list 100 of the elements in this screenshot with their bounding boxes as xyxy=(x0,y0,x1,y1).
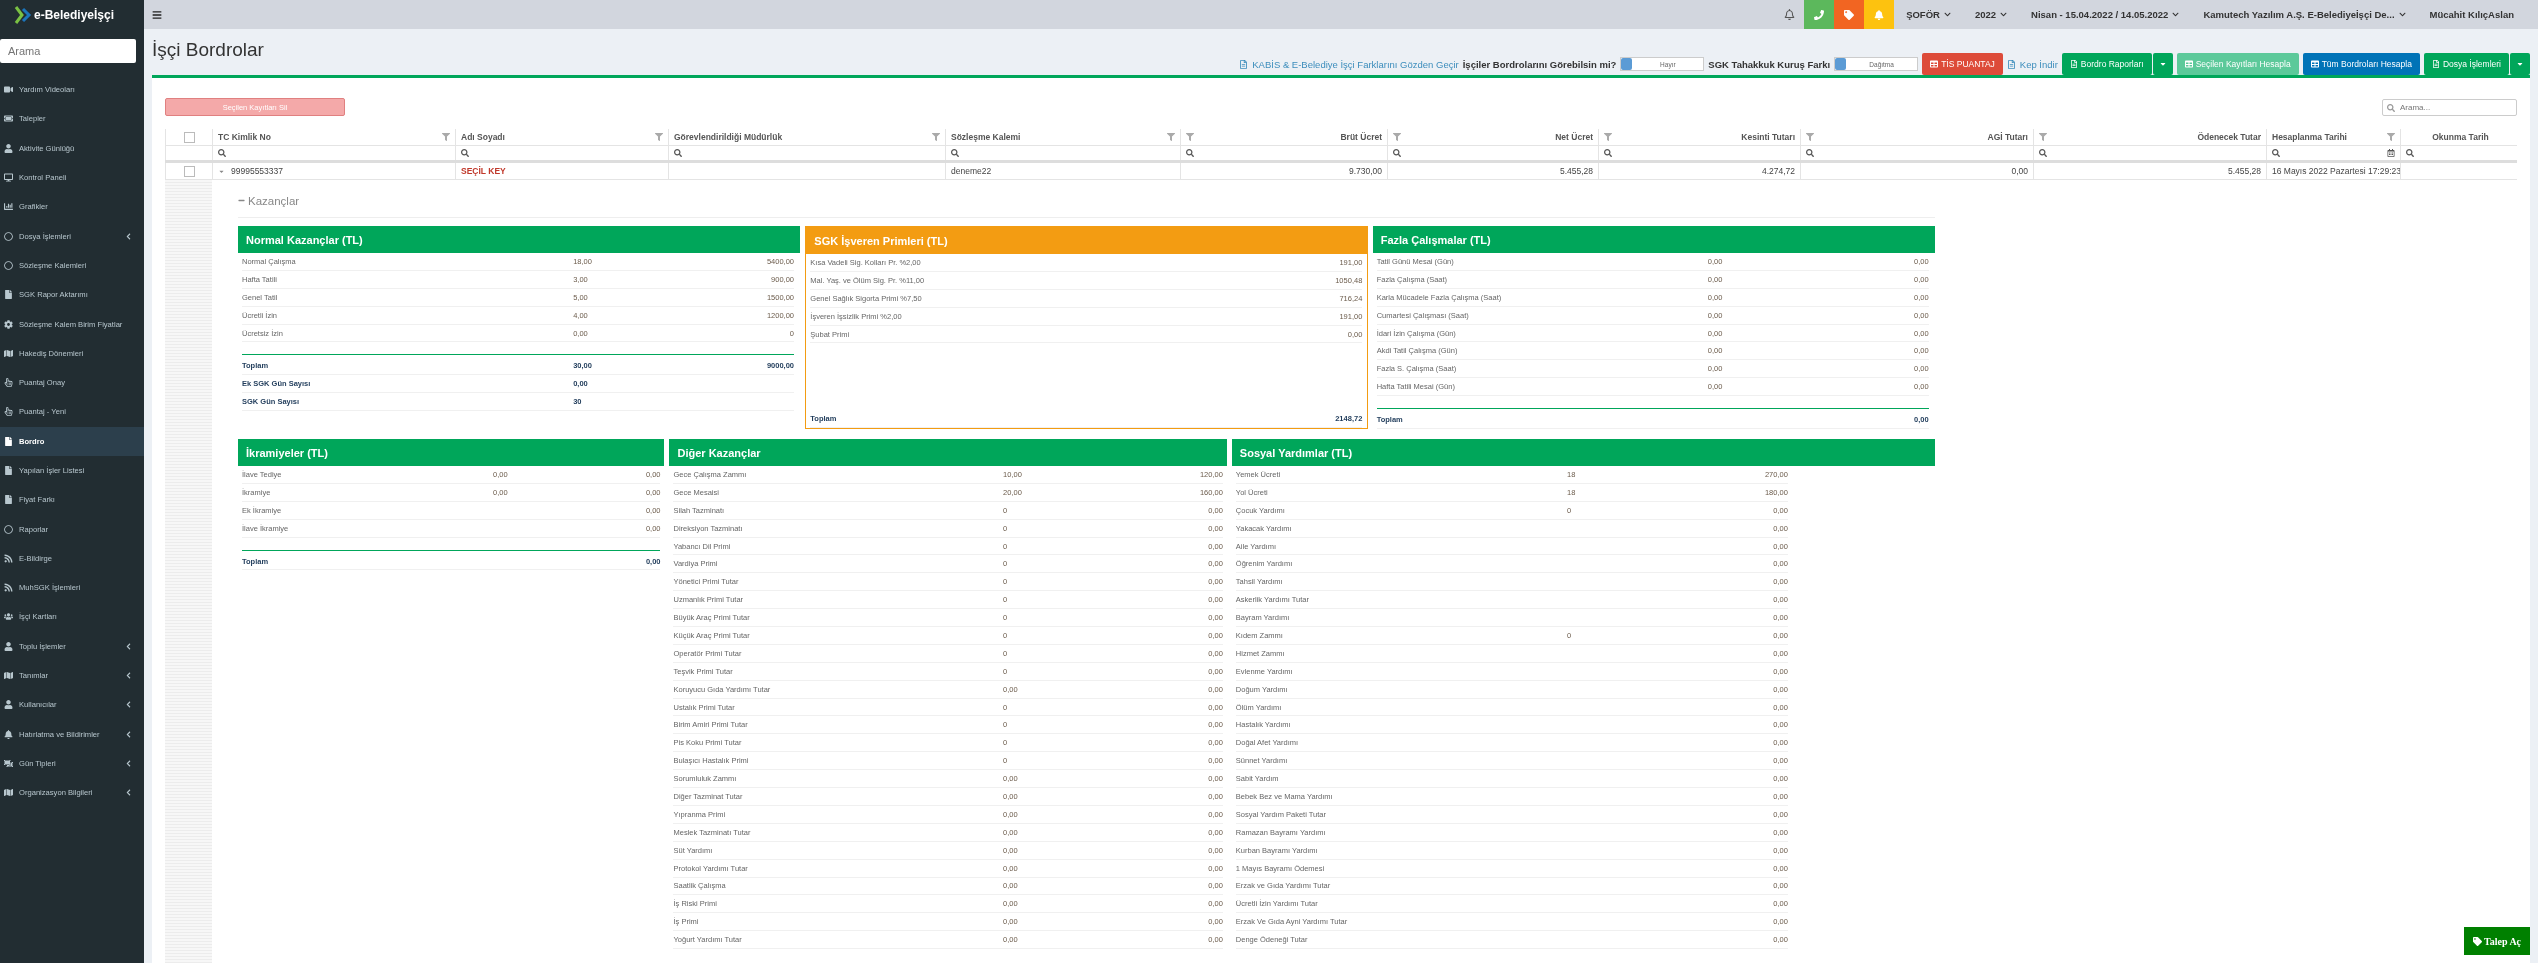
cell-text: deneme22 xyxy=(951,166,992,176)
column-header[interactable]: Sözleşme Kalemi xyxy=(951,132,1021,142)
search-icon[interactable] xyxy=(2272,149,2280,157)
bell-button[interactable] xyxy=(1864,0,1895,29)
panel-header: İkramiyeler (TL) xyxy=(238,439,665,466)
column-header[interactable]: Brüt Ücret xyxy=(1340,132,1382,142)
help-request-button[interactable]: Talep Aç xyxy=(2464,927,2530,955)
search-icon[interactable] xyxy=(674,149,682,157)
filter-icon[interactable] xyxy=(932,133,940,141)
checkbox[interactable] xyxy=(183,131,195,143)
file-icon xyxy=(4,290,13,300)
chevron-left-icon xyxy=(125,672,132,680)
toggle-label: SGK Tahakkuk Kuruş Farkı xyxy=(1708,58,1831,70)
grid-icon xyxy=(4,758,13,768)
document-icon xyxy=(2431,60,2440,68)
panel-header: Fazla Çalışmalar (TL) xyxy=(1372,226,1935,253)
filter-icon[interactable] xyxy=(1167,133,1175,141)
tag-icon xyxy=(2472,936,2482,946)
file-icon xyxy=(4,436,13,446)
dropdown-menu[interactable]: ŞOFÖR xyxy=(1894,9,1963,20)
checkbox[interactable] xyxy=(183,165,195,177)
caret-icon xyxy=(2516,60,2524,68)
caret-icon xyxy=(2158,60,2167,68)
search-icon[interactable] xyxy=(1186,149,1194,157)
search-icon[interactable] xyxy=(2039,149,2047,157)
table-icon xyxy=(2184,60,2193,68)
tag-button[interactable] xyxy=(1834,0,1865,29)
filter-icon[interactable] xyxy=(442,133,450,141)
chevron-down-icon xyxy=(2000,11,2008,18)
cell-text: 16 Mayıs 2022 Pazartesi 17:29:23 xyxy=(2272,166,2401,176)
user-menu[interactable]: Mücahit KılıçAslan xyxy=(2417,9,2538,20)
search-field[interactable]: Arama... xyxy=(2382,98,2517,116)
tis-button[interactable]: TİS PUANTAJ xyxy=(1922,53,2003,75)
chevron-left-icon xyxy=(125,232,132,240)
bell-icon[interactable] xyxy=(1783,9,1795,20)
chevron-left-icon xyxy=(125,730,132,738)
chevron-left-icon xyxy=(125,701,132,709)
toolbar-button[interactable]: Tüm Bordroları Hesapla xyxy=(2302,53,2420,75)
chevron-down-icon xyxy=(2398,11,2406,18)
dropdown-toggle[interactable] xyxy=(2510,53,2530,75)
filter-icon[interactable] xyxy=(1806,133,1814,141)
toggle-label: İşçiler Bordrolarını Görebilsin mi? xyxy=(1462,58,1617,70)
section-title: Kazançlar xyxy=(248,194,300,207)
column-header[interactable]: Hesaplanma Tarihi xyxy=(2272,132,2347,142)
rss-icon xyxy=(4,553,13,563)
logo[interactable]: e-Belediyeİşçi xyxy=(0,0,144,29)
tag-icon xyxy=(1844,9,1855,20)
chevron-left-icon xyxy=(125,642,132,650)
column-header[interactable]: TC Kimlik No xyxy=(218,132,271,142)
panel-header: Sosyal Yardımlar (TL) xyxy=(1231,439,1935,466)
document-icon xyxy=(2069,60,2078,68)
column-header[interactable]: AGİ Tutarı xyxy=(1987,132,2028,142)
rss-icon xyxy=(4,583,13,593)
bell-icon xyxy=(1874,9,1885,20)
dropdown-menu[interactable]: Nisan - 15.04.2022 / 14.05.2022 xyxy=(2019,9,2192,20)
user-icon xyxy=(4,700,13,710)
logo-icon xyxy=(14,4,32,25)
filter-icon[interactable] xyxy=(2387,133,2395,141)
phone-button[interactable] xyxy=(1804,0,1835,29)
file-icon xyxy=(4,495,13,505)
chevron-left-icon xyxy=(125,789,132,797)
chevron-left-icon xyxy=(125,759,132,767)
filter-icon[interactable] xyxy=(1604,133,1612,141)
menu-icon[interactable] xyxy=(152,9,162,20)
filter-icon[interactable] xyxy=(1393,133,1401,141)
dropdown-menu[interactable]: Kamutech Yazılım A.Ş. E-Belediyeİşçi De... xyxy=(2191,9,2418,20)
column-header[interactable]: Ödenecek Tutar xyxy=(2197,132,2261,142)
search-icon[interactable] xyxy=(951,149,959,157)
search-icon[interactable] xyxy=(461,149,469,157)
filter-icon[interactable] xyxy=(655,133,663,141)
phone-icon xyxy=(1814,9,1825,20)
video-camera-icon xyxy=(4,85,13,95)
column-header[interactable]: Kesinti Tutarı xyxy=(1741,132,1795,142)
collapse-icon[interactable] xyxy=(238,197,245,204)
cell-text: SEÇİL KEY xyxy=(461,166,506,176)
table-icon xyxy=(1930,60,1939,68)
user-icon xyxy=(4,641,13,651)
filter-icon[interactable] xyxy=(2039,133,2047,141)
filter-icon[interactable] xyxy=(1186,133,1194,141)
calendar-icon[interactable] xyxy=(2387,149,2395,157)
chevron-down-icon xyxy=(2172,11,2180,18)
dropdown-menu[interactable]: 2022 xyxy=(1962,9,2020,20)
map-icon xyxy=(4,348,13,358)
search-field[interactable]: Arama xyxy=(0,39,136,63)
column-header[interactable]: Net Ücret xyxy=(1555,132,1593,142)
gear-icon xyxy=(4,319,13,329)
table-icon xyxy=(2310,60,2319,68)
search-icon[interactable] xyxy=(1393,149,1401,157)
bell-icon xyxy=(4,729,13,739)
column-header[interactable]: Adı Soyadı xyxy=(461,132,505,142)
search-icon[interactable] xyxy=(2406,149,2414,157)
dropdown-toggle[interactable] xyxy=(2152,53,2173,75)
column-header[interactable]: Okunma Tarih xyxy=(2432,132,2489,142)
search-icon[interactable] xyxy=(1604,149,1612,157)
column-header[interactable]: Görevlendirildiği Müdürlük xyxy=(674,132,783,142)
logo-text: e-Belediyeİşçi xyxy=(34,7,115,22)
search-icon[interactable] xyxy=(218,149,226,157)
search-icon[interactable] xyxy=(1806,149,1814,157)
cell-text: 99995553337 xyxy=(231,166,283,176)
cell-text: 4.274,72 xyxy=(1761,166,1795,176)
